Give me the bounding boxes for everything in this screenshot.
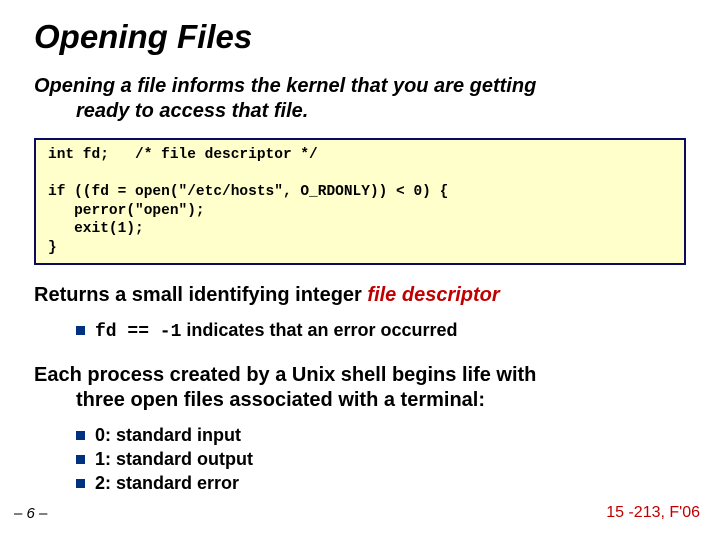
stderr-text: 2: standard error <box>95 473 239 493</box>
intro-line-1: Opening a file informs the kernel that y… <box>34 75 536 97</box>
page-number: – 6 – <box>14 505 47 522</box>
returns-line: Returns a small identifying integer file… <box>34 283 686 308</box>
square-bullet-icon <box>76 431 85 440</box>
intro-line-2: ready to access that file. <box>34 99 686 124</box>
fd-rest: indicates that an error occurred <box>181 320 457 340</box>
square-bullet-icon <box>76 455 85 464</box>
slide-title: Opening Files <box>34 18 686 56</box>
returns-plain: Returns a small identifying integer <box>34 284 367 306</box>
code-block: int fd; /* file descriptor */ if ((fd = … <box>34 138 686 265</box>
shell-intro: Each process created by a Unix shell beg… <box>34 363 686 413</box>
stdout-bullet: 1: standard output <box>76 447 686 471</box>
square-bullet-icon <box>76 326 85 335</box>
course-tag: 15 -213, F'06 <box>606 504 700 522</box>
returns-emphasis: file descriptor <box>367 284 499 306</box>
fd-error-bullet: fd == -1 indicates that an error occurre… <box>76 318 686 344</box>
stdin-text: 0: standard input <box>95 425 241 445</box>
stderr-bullet: 2: standard error <box>76 471 686 495</box>
fd-bullet-list: fd == -1 indicates that an error occurre… <box>76 318 686 344</box>
stdin-bullet: 0: standard input <box>76 423 686 447</box>
shell-line-1: Each process created by a Unix shell beg… <box>34 364 536 386</box>
square-bullet-icon <box>76 479 85 488</box>
intro-text: Opening a file informs the kernel that y… <box>34 74 686 124</box>
slide: Opening Files Opening a file informs the… <box>0 0 720 540</box>
stdout-text: 1: standard output <box>95 449 253 469</box>
std-list: 0: standard input 1: standard output 2: … <box>76 423 686 496</box>
shell-line-2: three open files associated with a termi… <box>34 388 485 413</box>
fd-code: fd == -1 <box>95 322 181 342</box>
